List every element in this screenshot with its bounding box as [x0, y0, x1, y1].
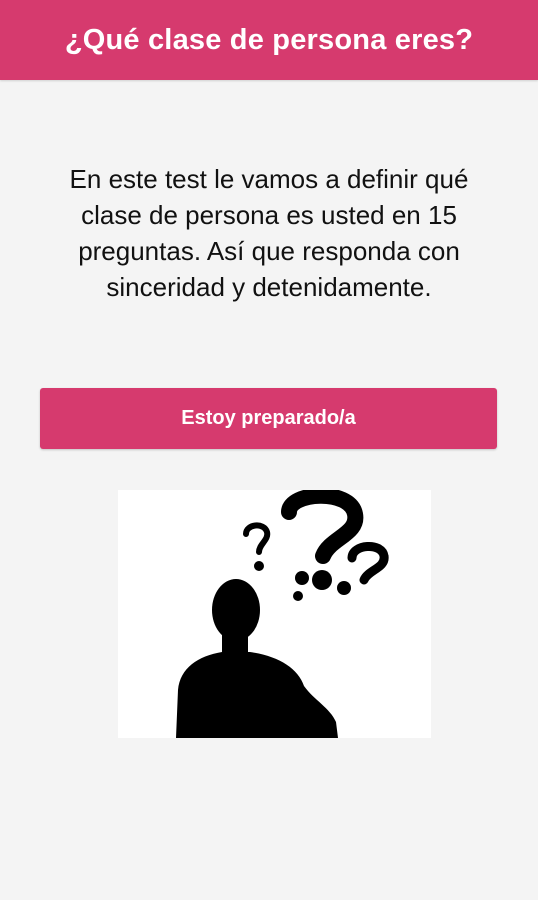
thought-dot-large [295, 571, 309, 585]
app-bar: ¿Qué clase de persona eres? [0, 0, 538, 80]
question-mark-small-left [243, 522, 271, 555]
intro-text: En este test le vamos a definir qué clas… [0, 161, 538, 305]
intro-line-3: preguntas. Así que responda con [78, 236, 460, 266]
ready-button[interactable]: Estoy preparado/a [40, 388, 497, 449]
question-mark-large-dot [312, 570, 332, 590]
question-mark-medium-right [347, 542, 389, 585]
intro-line-4: sinceridad y detenidamente. [106, 272, 432, 302]
question-mark-medium-right-dot [337, 581, 351, 595]
question-mark-small-left-dot [254, 561, 264, 571]
silhouette-body [176, 652, 338, 738]
app-title: ¿Qué clase de persona eres? [64, 23, 474, 56]
intro-line-1: En este test le vamos a definir qué [69, 164, 469, 194]
thought-dot-small [293, 591, 303, 601]
intro-line-2: clase de persona es usted en 15 [81, 200, 457, 230]
question-mark-large [281, 490, 364, 564]
person-with-question-marks-icon [176, 490, 389, 738]
person-with-question-marks-illustration [118, 490, 431, 738]
